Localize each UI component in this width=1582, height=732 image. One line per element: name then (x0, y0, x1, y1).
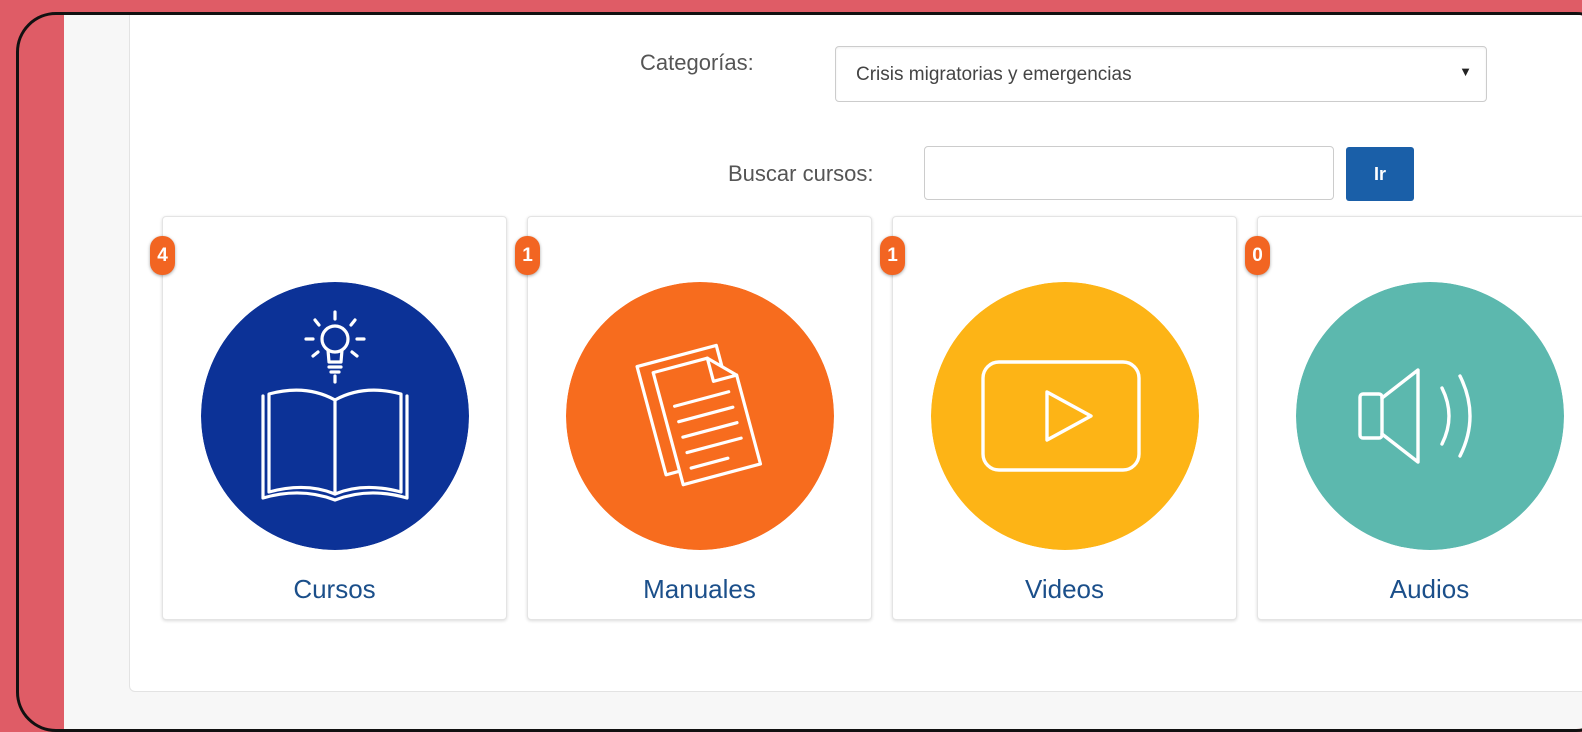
card-label[interactable]: Manuales (528, 574, 871, 605)
search-go-button[interactable]: Ir (1346, 147, 1414, 201)
card-label[interactable]: Audios (1258, 574, 1582, 605)
documents-icon[interactable] (566, 282, 834, 550)
count-badge: 1 (515, 236, 540, 275)
speaker-icon[interactable] (1296, 282, 1564, 550)
card-label[interactable]: Cursos (163, 574, 506, 605)
count-badge: 1 (880, 236, 905, 275)
count-badge: 4 (150, 236, 175, 275)
play-video-icon[interactable] (931, 282, 1199, 550)
category-label: Categorías: (640, 50, 754, 75)
search-input[interactable] (924, 146, 1334, 200)
card-videos[interactable]: 1 Videos (880, 216, 1237, 620)
card-audios[interactable]: 0 Audios (1245, 216, 1582, 620)
screen-frame: Categorías: Crisis migratorias y emergen… (16, 12, 1582, 732)
category-select[interactable]: Crisis migratorias y emergencias ▼ (835, 46, 1487, 102)
search-label: Buscar cursos: (728, 161, 874, 186)
card-cursos[interactable]: 4 Cursos (150, 216, 507, 620)
content-panel: Categorías: Crisis migratorias y emergen… (129, 15, 1582, 692)
dropdown-arrow-icon: ▼ (1459, 64, 1472, 79)
book-lightbulb-icon[interactable] (201, 282, 469, 550)
card-label[interactable]: Videos (893, 574, 1236, 605)
page: Categorías: Crisis migratorias y emergen… (64, 15, 1582, 729)
count-badge: 0 (1245, 236, 1270, 275)
card-manuales[interactable]: 1 Manuales (515, 216, 872, 620)
category-select-value: Crisis migratorias y emergencias (856, 64, 1132, 85)
